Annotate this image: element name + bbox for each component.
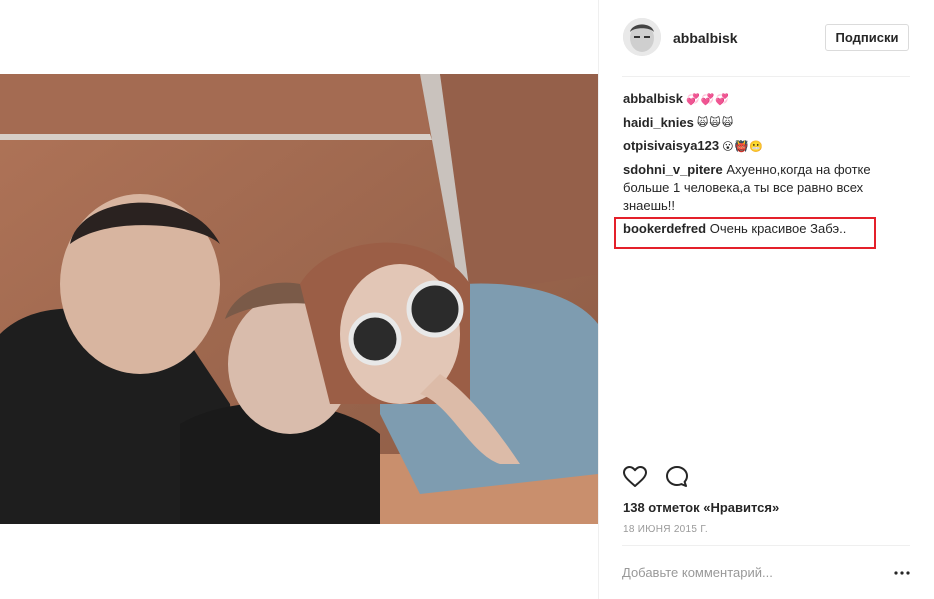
comment-username[interactable]: abbalbisk	[623, 91, 683, 106]
likes-count[interactable]: 138 отметок «Нравится»	[623, 500, 779, 515]
comment-highlight-box	[614, 217, 876, 249]
heart-icon[interactable]	[622, 464, 648, 490]
comment-item: sdohni_v_pitere Ахуенно,когда на фотке б…	[623, 161, 911, 215]
comment-username[interactable]: sdohni_v_pitere	[623, 162, 723, 177]
comment-item: haidi_knies 🙀🙀🙀	[623, 114, 911, 133]
avatar-image	[623, 18, 661, 56]
faces-emoji-icon: 😮👹😬	[722, 140, 764, 153]
hearts-emoji-icon: 💞💞💞	[685, 93, 731, 106]
more-options-icon[interactable]	[892, 562, 912, 582]
author-username[interactable]: abbalbisk	[673, 30, 738, 46]
panel-divider	[598, 0, 599, 599]
post-header: abbalbisk Подписки	[599, 0, 934, 76]
comment-divider	[622, 545, 910, 546]
post-actions	[622, 464, 912, 494]
comment-bubble-icon[interactable]	[664, 464, 690, 490]
comment-item: otpisivaisya123 😮👹😬	[623, 137, 911, 156]
comment-item: abbalbisk 💞💞💞	[623, 90, 911, 109]
comment-username[interactable]: otpisivaisya123	[623, 138, 719, 153]
photo-illustration	[0, 74, 598, 524]
post-date: 18 ИЮНЯ 2015 Г.	[623, 524, 708, 535]
header-divider	[622, 76, 910, 77]
add-comment-input[interactable]	[622, 562, 882, 582]
avatar[interactable]	[623, 18, 661, 56]
cat-emoji-icon: 🙀🙀🙀	[696, 117, 735, 130]
following-button[interactable]: Подписки	[825, 24, 909, 51]
comment-username[interactable]: haidi_knies	[623, 115, 694, 130]
post-photo[interactable]	[0, 74, 598, 524]
